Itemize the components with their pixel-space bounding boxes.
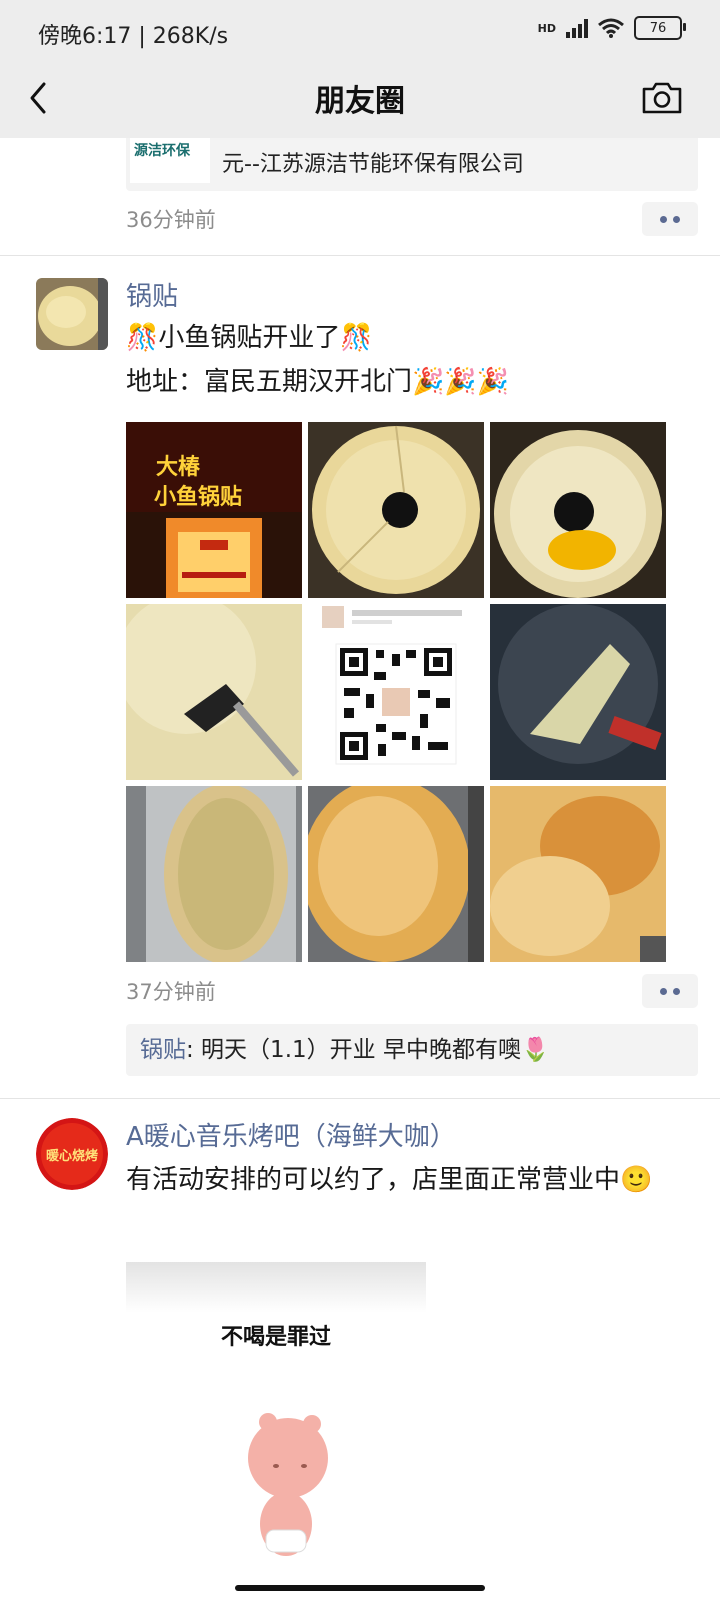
post-image[interactable]: 不喝是罪过 [126,1262,426,1600]
photo-thumbnail[interactable] [490,422,666,598]
photo-image [490,604,666,780]
shop-sign-text: 大椿 [156,454,201,480]
camera-icon[interactable] [640,76,684,120]
post-author-name[interactable]: A暖心音乐烤吧（海鲜大咖） [126,1116,456,1153]
status-time: 傍晚6:17 | 268K/s [38,24,229,49]
photo-thumbnail[interactable]: 大椿 小鱼锅贴 [126,422,302,598]
comment-author[interactable]: 锅贴 [126,1037,186,1063]
avatar-image: 暖心烧烤 [36,1118,108,1190]
photo-grid: 大椿 小鱼锅贴 [126,422,666,962]
more-button[interactable] [642,202,698,236]
photo-thumbnail[interactable] [308,786,484,962]
home-indicator[interactable] [235,1585,485,1591]
divider [0,1098,720,1099]
qr-code-image [308,604,484,780]
status-icons: HD 76 [537,16,686,40]
avatar[interactable] [36,278,108,350]
dot-icon [660,987,667,995]
comment-text: : 明天（1.1）开业 早中晚都有噢🌷 [186,1037,550,1063]
photo-thumbnail[interactable] [308,422,484,598]
shop-sign-text: 小鱼锅贴 [154,484,242,510]
signal-icon [566,18,588,38]
post-author-name[interactable]: 锅贴 [126,276,178,313]
link-card-logo: 源洁环保 [130,138,210,183]
photo-thumbnail[interactable] [308,604,484,780]
dot-icon [660,215,667,223]
divider [0,255,720,256]
top-bar: 傍晚6:17 | 268K/s HD 76 朋友圈 [0,0,720,138]
photo-image: 大椿 小鱼锅贴 [126,422,302,598]
battery-icon: 76 [634,16,686,40]
dot-icon [673,987,680,995]
post-text: 🎊小鱼锅贴开业了🎊 地址：富民五期汉开北门🎉🎉🎉 [126,316,686,404]
link-card-title: 元--江苏源洁节能环保有限公司 [222,152,524,177]
dot-icon [673,215,680,223]
status-bar: 傍晚6:17 | 268K/s HD 76 [0,0,720,62]
link-card[interactable]: 源洁环保 元--江苏源洁节能环保有限公司 [126,138,698,191]
photo-thumbnail[interactable] [490,786,666,962]
image-caption: 不喝是罪过 [221,1325,331,1350]
photo-image [308,786,484,962]
post-time: 36分钟前 [126,208,216,232]
photo-thumbnail[interactable] [126,604,302,780]
photo-image [308,422,484,598]
photo-image [126,786,302,962]
photo-image [490,786,666,962]
avatar-text: 暖心烧烤 [46,1148,98,1164]
photo-thumbnail[interactable] [126,786,302,962]
post-text-line: 地址：富民五期汉开北门🎉🎉🎉 [126,367,510,397]
avatar[interactable]: 暖心烧烤 [36,1118,108,1190]
battery-level: 76 [649,20,667,36]
cartoon-image: 不喝是罪过 [126,1262,426,1600]
photo-image [126,604,302,780]
post-text: 有活动安排的可以约了，店里面正常营业中🙂 [126,1165,653,1195]
link-card-logo-text: 源洁环保 [134,143,190,159]
photo-image [490,422,666,598]
post-time: 37分钟前 [126,980,216,1004]
page-title: 朋友圈 [315,84,405,119]
post-text-line: 🎊小鱼锅贴开业了🎊 [126,323,373,353]
avatar-image [36,278,108,350]
wifi-icon [598,18,624,38]
hd-badge: HD [537,21,556,35]
more-button[interactable] [642,974,698,1008]
photo-thumbnail[interactable] [490,604,666,780]
nav-header: 朋友圈 [0,62,720,138]
comment-item[interactable]: 锅贴: 明天（1.1）开业 早中晚都有噢🌷 [126,1024,698,1076]
